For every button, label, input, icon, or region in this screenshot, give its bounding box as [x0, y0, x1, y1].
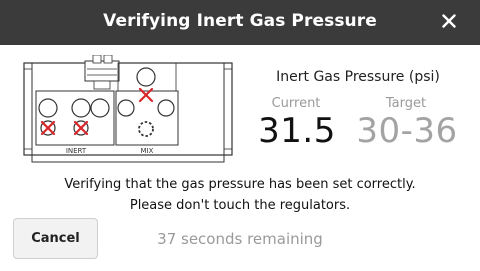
regulator-mix-right	[157, 99, 175, 117]
readout-title: Inert Gas Pressure (psi)	[276, 69, 440, 85]
dialog-title: Verifying Inert Gas Pressure	[103, 11, 377, 31]
close-icon[interactable]	[438, 10, 460, 32]
regulator-mix-bottom	[138, 121, 154, 137]
mix-label: MIX	[141, 147, 154, 155]
cancel-button[interactable]: Cancel	[13, 218, 98, 259]
inert-label: INERT	[66, 147, 87, 155]
regulator-inert-top-right	[90, 98, 110, 118]
regulator-inert-top-left	[38, 98, 58, 118]
dialog-titlebar: Verifying Inert Gas Pressure	[0, 0, 480, 45]
regulator-mix-left	[117, 99, 135, 117]
gas-panel-diagram: INERT MIX	[23, 55, 233, 163]
mix-compartment	[115, 90, 179, 146]
current-label: Current	[271, 96, 321, 111]
regulator-mix-top	[136, 67, 156, 87]
time-remaining: 37 seconds remaining	[157, 230, 323, 248]
current-pressure-value: 31.5	[258, 111, 336, 151]
status-message: Verifying that the gas pressure has been…	[64, 177, 416, 192]
target-pressure-range: 30-36	[356, 111, 458, 151]
target-label: Target	[385, 96, 427, 111]
warning-message: Please don't touch the regulators.	[129, 198, 351, 213]
regulator-inert-top-middle	[71, 98, 91, 118]
verify-pressure-dialog: Verifying Inert Gas Pressure INERT MIX I…	[0, 0, 480, 271]
